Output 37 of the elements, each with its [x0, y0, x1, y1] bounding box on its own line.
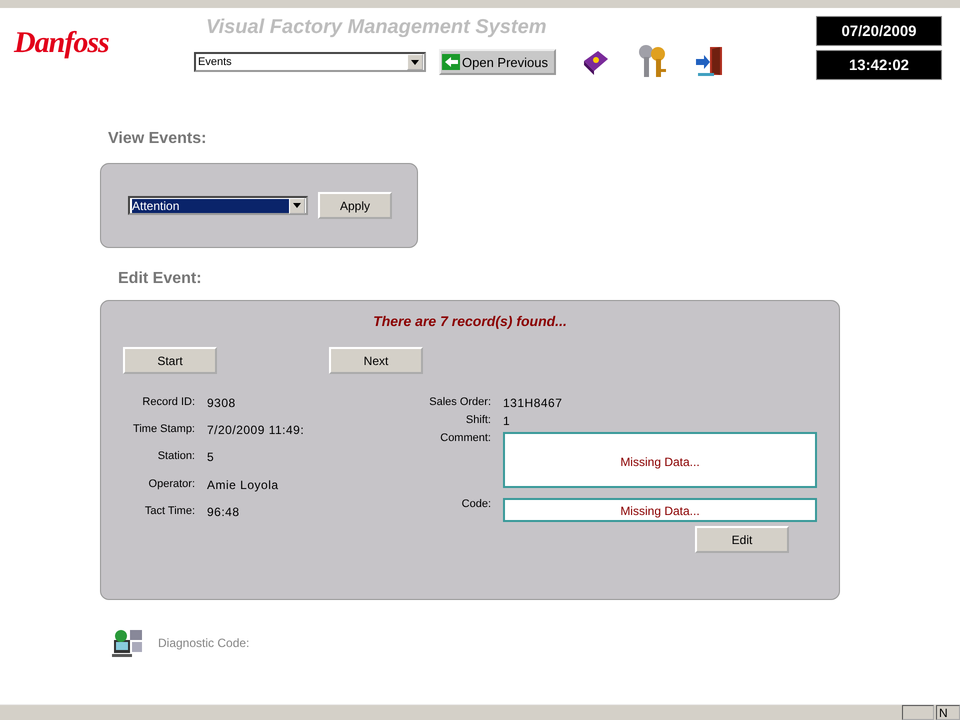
field-value: 131H8467 — [503, 396, 564, 410]
records-found-message: There are 7 record(s) found... — [372, 313, 568, 329]
field-label: Shift: — [464, 414, 491, 426]
field-label: Tact Time: — [144, 504, 195, 517]
date-display: 07/20/2009 — [816, 16, 942, 46]
field-label: Sales Order: — [428, 396, 491, 408]
field-label: Time Stamp: — [132, 423, 195, 436]
field-value: 96:48 — [207, 504, 241, 519]
time-display: 13:42:02 — [816, 50, 942, 80]
code-field[interactable]: Missing Data... — [503, 498, 817, 522]
apply-button[interactable]: Apply — [318, 192, 392, 219]
screen-dropdown[interactable]: Events — [194, 52, 426, 72]
status-panel — [902, 705, 934, 720]
status-panel: N — [936, 705, 960, 720]
field-label: Code: — [460, 498, 491, 510]
field-value: 1 — [503, 414, 512, 428]
app-title: Visual Factory Management System — [206, 16, 548, 39]
back-arrow-icon — [442, 54, 460, 70]
diagnostic-code-label: Diagnostic Code: — [158, 636, 250, 650]
section-heading: View Events: — [108, 130, 208, 148]
next-button[interactable]: Next — [329, 347, 423, 374]
open-previous-button[interactable]: Open Previous — [439, 49, 556, 75]
field-label: Comment: — [439, 432, 491, 444]
comment-field[interactable]: Missing Data... — [503, 432, 817, 488]
field-value: Amie Loyola — [207, 478, 280, 492]
field-value: 9308 — [207, 396, 237, 410]
field-label: Record ID: — [141, 396, 195, 408]
company-logo: Danfoss — [14, 26, 110, 60]
field-value: 5 — [207, 450, 216, 464]
field-label: Station: — [156, 450, 195, 462]
section-heading: Edit Event: — [118, 270, 203, 288]
event-filter-dropdown[interactable]: Attention — [128, 196, 308, 215]
start-button[interactable]: Start — [123, 347, 217, 374]
computer-network-icon — [112, 628, 144, 658]
field-value: 7/20/2009 11:49: — [207, 423, 306, 438]
edit-button[interactable]: Edit — [695, 526, 789, 553]
field-label: Operator: — [148, 478, 195, 490]
